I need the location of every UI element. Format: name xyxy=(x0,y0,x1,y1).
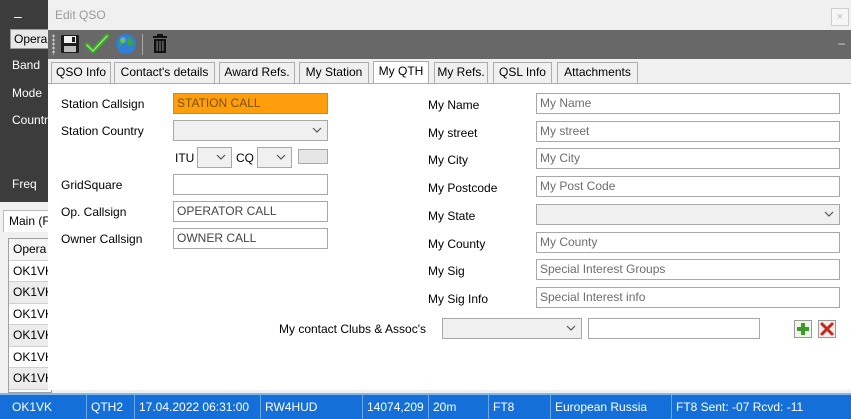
grid-row[interactable]: OK1VK xyxy=(9,347,51,368)
globe-icon[interactable] xyxy=(114,32,138,56)
gridsquare-label: GridSquare xyxy=(61,178,123,192)
grid-row[interactable]: OK1VK xyxy=(9,368,51,390)
chevron-down-icon xyxy=(824,211,834,217)
my-sig-info-field[interactable]: Special Interest info xyxy=(536,287,840,308)
grid-header-operator[interactable]: Opera xyxy=(9,239,51,261)
row-datetime: 17.04.2022 06:31:00 xyxy=(134,395,260,419)
my-street-field[interactable]: My street xyxy=(536,121,840,142)
cq-label: CQ xyxy=(236,151,254,165)
gridsquare-field[interactable] xyxy=(173,174,328,195)
tab-award-refs[interactable]: Award Refs. xyxy=(219,62,295,84)
continent-swatch xyxy=(298,149,328,164)
owner-callsign-label: Owner Callsign xyxy=(61,232,143,246)
station-callsign-field[interactable]: STATION CALL xyxy=(173,93,328,114)
tab-qsl-info[interactable]: QSL Info xyxy=(493,62,552,84)
main-window-minimize[interactable]: – xyxy=(14,8,22,24)
my-city-label: My City xyxy=(428,153,468,167)
row-qth: QTH2 xyxy=(86,395,134,419)
row-operator: OK1VK xyxy=(12,400,53,414)
my-sig-info-label: My Sig Info xyxy=(428,292,489,306)
toolbar: – xyxy=(48,30,851,59)
chevron-down-icon xyxy=(276,154,286,160)
add-icon[interactable] xyxy=(793,319,813,339)
grid-row[interactable]: OK1VK xyxy=(9,304,51,325)
tab-qso-info[interactable]: QSO Info xyxy=(51,62,111,84)
main-band-label: Band xyxy=(12,58,41,72)
my-state-select[interactable] xyxy=(536,204,840,225)
clubs-label: My contact Clubs & Assoc's xyxy=(279,322,427,336)
row-mode: FT8 xyxy=(488,395,550,419)
row-band: 20m xyxy=(428,395,488,419)
dialog-title: Edit QSO xyxy=(55,8,106,22)
my-street-label: My street xyxy=(428,126,478,140)
my-postcode-label: My Postcode xyxy=(428,181,498,195)
main-mode-label: Mode xyxy=(12,86,43,100)
my-qth-panel: Station Callsign STATION CALL Station Co… xyxy=(48,83,851,390)
chevron-down-icon xyxy=(216,154,226,160)
tab-my-qth[interactable]: My QTH xyxy=(373,61,429,85)
close-button[interactable]: × xyxy=(831,8,849,26)
tab-my-refs[interactable]: My Refs. xyxy=(434,62,488,84)
chevron-down-icon xyxy=(566,325,576,331)
row-freq: 14074,209 xyxy=(362,395,428,419)
chevron-down-icon xyxy=(312,127,322,133)
my-county-label: My County xyxy=(428,237,486,251)
grid-row[interactable]: OK1VK xyxy=(9,325,51,347)
itu-select[interactable] xyxy=(197,147,232,168)
my-city-field[interactable]: My City xyxy=(536,148,840,169)
my-state-label: My State xyxy=(428,209,476,223)
row-call: RW4HUD xyxy=(260,395,362,419)
owner-callsign-field[interactable]: OWNER CALL xyxy=(173,228,328,249)
toolbar-collapse[interactable]: – xyxy=(838,36,845,50)
toolbar-grip[interactable] xyxy=(52,34,55,55)
tab-contacts-details[interactable]: Contact's details xyxy=(114,62,215,84)
delete-icon[interactable] xyxy=(817,319,837,339)
my-postcode-field[interactable]: My Post Code xyxy=(536,176,840,197)
tab-attachments[interactable]: Attachments xyxy=(557,62,638,84)
op-callsign-field[interactable]: OPERATOR CALL xyxy=(173,201,328,222)
main-tab[interactable]: Main (F xyxy=(3,210,53,232)
main-operator-field[interactable]: Opera xyxy=(10,29,50,49)
main-log-grid: Opera OK1VK OK1VK OK1VK OK1VK OK1VK OK1V… xyxy=(8,238,52,393)
grid-row[interactable]: OK1VK xyxy=(9,282,51,304)
itu-label: ITU xyxy=(175,151,195,165)
my-name-label: My Name xyxy=(428,98,480,112)
my-sig-field[interactable]: Special Interest Groups xyxy=(536,259,840,280)
checkmark-icon[interactable] xyxy=(85,32,109,56)
my-sig-label: My Sig xyxy=(428,264,465,278)
cq-select[interactable] xyxy=(257,147,292,168)
save-icon[interactable] xyxy=(58,32,82,56)
selected-log-row[interactable]: OK1VK QTH2 17.04.2022 06:31:00 RW4HUD 14… xyxy=(0,393,851,419)
toolbar-separator xyxy=(142,34,143,55)
row-country: European Russia xyxy=(550,395,671,419)
row-comment: FT8 Sent: -07 Rcvd: -11 xyxy=(671,395,851,419)
tab-my-station[interactable]: My Station xyxy=(299,62,369,84)
grid-row[interactable]: OK1VK xyxy=(9,261,51,282)
clubs-text-field[interactable] xyxy=(588,318,760,339)
trash-icon[interactable] xyxy=(148,32,172,56)
main-freq-label: Freq xyxy=(12,177,37,191)
station-country-label: Station Country xyxy=(61,124,144,138)
station-country-select[interactable] xyxy=(173,120,328,141)
my-county-field[interactable]: My County xyxy=(536,232,840,253)
op-callsign-label: Op. Callsign xyxy=(61,205,127,219)
station-callsign-label: Station Callsign xyxy=(61,97,145,111)
my-name-field[interactable]: My Name xyxy=(536,93,840,114)
tab-strip: QSO Info Contact's details Award Refs. M… xyxy=(48,61,851,85)
edit-qso-dialog: Edit QSO × – QSO Info Contact's details … xyxy=(48,0,851,390)
clubs-select[interactable] xyxy=(442,318,582,339)
